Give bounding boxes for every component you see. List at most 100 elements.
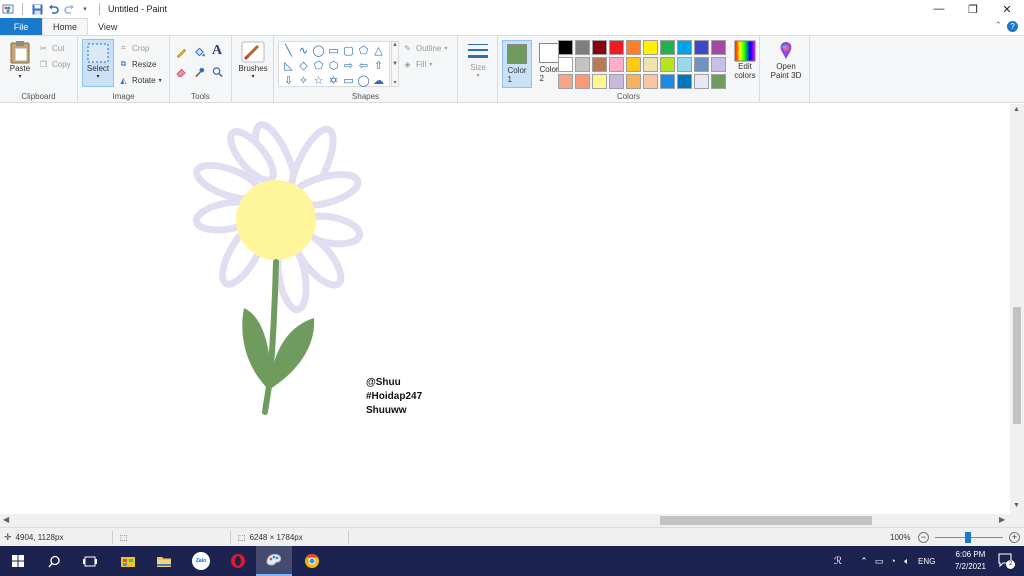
palette-swatch[interactable] — [626, 57, 641, 72]
shape-arrow-down-icon[interactable]: ⇩ — [281, 73, 296, 88]
shape-oval-icon[interactable]: ◯ — [311, 43, 326, 58]
search-button[interactable] — [36, 546, 72, 576]
shape-arrow-right-icon[interactable]: ⇨ — [341, 58, 356, 73]
pencil-icon[interactable] — [176, 46, 187, 57]
palette-swatch[interactable] — [677, 40, 692, 55]
open-paint3d-button[interactable]: Open Paint 3D — [766, 40, 806, 80]
select-button[interactable]: Select ▾ — [82, 39, 114, 87]
color1-button[interactable]: Color 1 — [502, 40, 532, 88]
undo-icon[interactable] — [47, 3, 59, 15]
color-picker-icon[interactable] — [194, 66, 205, 77]
shape-arrow-up-icon[interactable]: ⇧ — [371, 58, 386, 73]
palette-swatch[interactable] — [609, 40, 624, 55]
fill-bucket-icon[interactable] — [194, 46, 205, 57]
shape-rectangle-icon[interactable]: ▭ — [326, 43, 341, 58]
edit-colors-button[interactable]: Edit colors — [730, 40, 760, 80]
palette-swatch[interactable] — [558, 74, 573, 89]
taskbar-app-store[interactable] — [110, 546, 146, 576]
customize-qat-icon[interactable]: ▾ — [79, 3, 91, 15]
shape-star6-icon[interactable]: ✡ — [326, 73, 341, 88]
palette-swatch[interactable] — [592, 74, 607, 89]
taskbar-paint[interactable] — [256, 546, 292, 576]
palette-swatch[interactable] — [660, 74, 675, 89]
shape-polygon-icon[interactable]: ⬠ — [356, 43, 371, 58]
shape-right-triangle-icon[interactable]: ◺ — [281, 58, 296, 73]
palette-swatch[interactable] — [609, 74, 624, 89]
start-button[interactable] — [0, 546, 36, 576]
magnifier-icon[interactable] — [212, 66, 223, 77]
restore-button[interactable]: ❐ — [956, 0, 990, 18]
task-view-button[interactable] — [72, 546, 108, 576]
palette-swatch[interactable] — [711, 57, 726, 72]
volume-icon[interactable]: 🔈︎ — [900, 556, 914, 567]
palette-swatch[interactable] — [694, 40, 709, 55]
taskbar-clock[interactable]: 6:06 PM 7/2/2021 — [955, 549, 986, 573]
zoom-slider-thumb[interactable] — [965, 532, 971, 543]
resize-button[interactable]: ⧉ Resize — [118, 57, 157, 71]
palette-swatch[interactable] — [694, 74, 709, 89]
wifi-icon[interactable]: ◔ — [886, 556, 900, 566]
shape-star5-icon[interactable]: ☆ — [311, 73, 326, 88]
size-button[interactable]: Size ▾ — [462, 41, 494, 81]
palette-swatch[interactable] — [558, 57, 573, 72]
eraser-icon[interactable] — [176, 66, 187, 77]
rotate-button[interactable]: ◭ Rotate ▾ — [118, 73, 161, 87]
collapse-ribbon-icon[interactable]: ⌃ — [994, 20, 1002, 31]
palette-swatch[interactable] — [711, 74, 726, 89]
zoom-out-button[interactable]: − — [918, 532, 929, 543]
outline-button[interactable]: ✎ Outline ▾ — [402, 41, 447, 55]
tab-home[interactable]: Home — [42, 18, 89, 35]
taskbar-opera[interactable] — [220, 546, 256, 576]
palette-swatch[interactable] — [575, 57, 590, 72]
palette-swatch[interactable] — [643, 57, 658, 72]
palette-swatch[interactable] — [592, 40, 607, 55]
zoom-in-button[interactable]: + — [1009, 532, 1020, 543]
scroll-down-icon[interactable]: ▼ — [1013, 502, 1020, 509]
canvas-drawing[interactable] — [0, 104, 1010, 514]
language-indicator[interactable]: ENG — [918, 557, 935, 566]
palette-swatch[interactable] — [575, 74, 590, 89]
taskbar-zalo[interactable]: Zalo — [183, 546, 219, 576]
horizontal-scrollbar[interactable]: ◀ ▶ — [0, 514, 1010, 527]
shape-callout-cloud-icon[interactable]: ☁ — [371, 73, 386, 88]
shape-callout-rect-icon[interactable]: ▭ — [341, 73, 356, 88]
palette-swatch[interactable] — [660, 40, 675, 55]
minimize-button[interactable]: — — [922, 0, 956, 18]
drawing-canvas[interactable] — [0, 104, 1010, 514]
taskbar-file-explorer[interactable] — [146, 546, 182, 576]
palette-swatch[interactable] — [558, 40, 573, 55]
shapes-scroll-down-icon[interactable]: ▼ — [392, 61, 398, 67]
shape-line-icon[interactable]: ╲ — [281, 43, 296, 58]
tab-view[interactable]: View — [88, 18, 127, 35]
save-icon[interactable] — [31, 3, 43, 15]
taskbar-chrome[interactable] — [294, 546, 330, 576]
notification-center-button[interactable]: 2 — [998, 553, 1015, 569]
redo-icon[interactable] — [63, 3, 75, 15]
shapes-scroll[interactable]: ▲ ▼ ▾ — [391, 41, 399, 87]
scroll-right-icon[interactable]: ▶ — [999, 515, 1005, 524]
copy-button[interactable]: ❐ Copy — [38, 57, 71, 71]
vertical-scrollbar[interactable]: ▲ ▼ — [1010, 104, 1024, 514]
palette-swatch[interactable] — [677, 74, 692, 89]
palette-swatch[interactable] — [643, 40, 658, 55]
scroll-left-icon[interactable]: ◀ — [3, 515, 9, 524]
palette-swatch[interactable] — [575, 40, 590, 55]
people-icon[interactable]: ℛ — [830, 556, 846, 567]
palette-swatch[interactable] — [694, 57, 709, 72]
close-button[interactable]: ✕ — [990, 0, 1024, 18]
palette-swatch[interactable] — [643, 74, 658, 89]
shape-hexagon-icon[interactable]: ⬡ — [326, 58, 341, 73]
shapes-gallery[interactable]: ╲ ∿ ◯ ▭ ▢ ⬠ △ ◺ ◇ ⬠ ⬡ ⇨ ⇦ ⇧ ⇩ ✧ ☆ ✡ ▭ ◯ — [278, 41, 390, 87]
palette-swatch[interactable] — [677, 57, 692, 72]
tab-file[interactable]: File — [0, 18, 42, 35]
fill-button[interactable]: ◈ Fill ▾ — [402, 57, 432, 71]
palette-swatch[interactable] — [609, 57, 624, 72]
horizontal-scroll-thumb[interactable] — [660, 516, 872, 525]
scroll-up-icon[interactable]: ▲ — [1013, 106, 1020, 113]
brushes-button[interactable]: Brushes ▾ — [236, 40, 270, 82]
shape-rounded-rect-icon[interactable]: ▢ — [341, 43, 356, 58]
palette-swatch[interactable] — [626, 40, 641, 55]
battery-icon[interactable]: ▭ — [872, 556, 886, 567]
shape-curve-icon[interactable]: ∿ — [296, 43, 311, 58]
shape-triangle-icon[interactable]: △ — [371, 43, 386, 58]
